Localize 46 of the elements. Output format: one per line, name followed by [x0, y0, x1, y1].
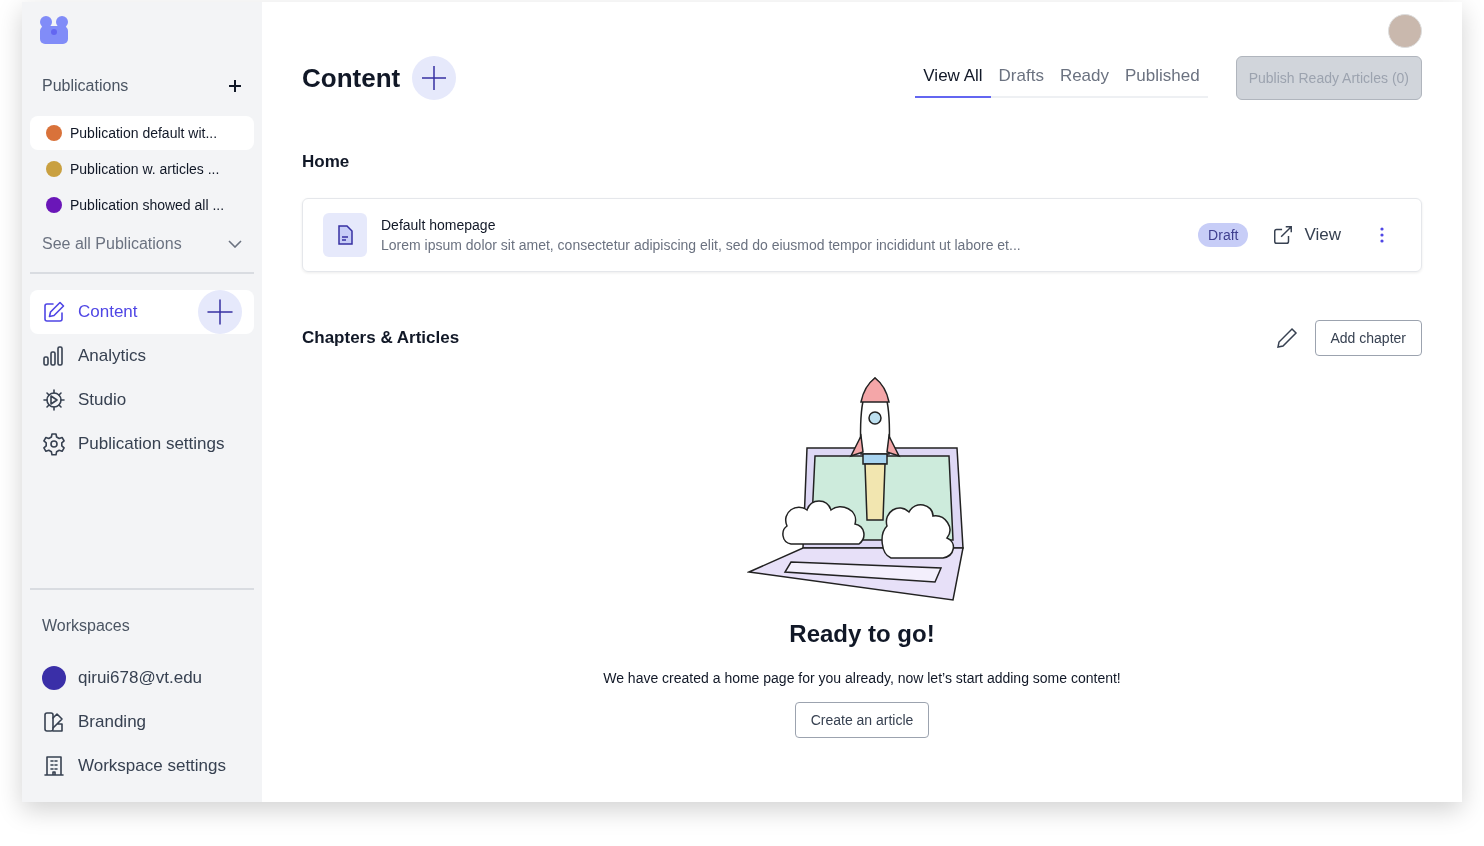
- tab[interactable]: Published: [1117, 58, 1208, 98]
- plus-icon: [206, 298, 234, 326]
- add-icon[interactable]: [228, 79, 242, 93]
- page-title: Content: [302, 62, 401, 94]
- nav-item[interactable]: Workspace settings: [30, 744, 254, 788]
- add-button[interactable]: [198, 290, 242, 334]
- more-icon[interactable]: [1379, 226, 1385, 244]
- page-title: Default homepage: [381, 217, 497, 233]
- nav-item[interactable]: Studio: [30, 378, 254, 422]
- tab[interactable]: Drafts: [990, 58, 1052, 98]
- chevron-down-icon[interactable]: [228, 240, 242, 248]
- see-all-link[interactable]: See all Publications: [42, 235, 182, 253]
- tab[interactable]: Ready: [1051, 58, 1118, 98]
- view-button[interactable]: View: [1272, 224, 1341, 246]
- sun-icon: [42, 388, 66, 412]
- workspace-item[interactable]: qirui678@vt.edu: [30, 656, 254, 700]
- building-icon: [42, 754, 66, 778]
- tab[interactable]: View All: [915, 58, 991, 98]
- publication-item[interactable]: Publication showed all ...: [30, 188, 254, 222]
- add-chapter-button[interactable]: Add chapter: [1314, 320, 1422, 356]
- section-heading: Workspaces: [42, 617, 130, 635]
- status-badge: Draft: [1198, 223, 1249, 247]
- nav-item[interactable]: Branding: [30, 700, 254, 744]
- pencil-icon[interactable]: [1274, 326, 1299, 350]
- nav-item[interactable]: Analytics: [30, 334, 254, 378]
- settings-icon: [42, 432, 66, 456]
- nav-item[interactable]: Content: [30, 290, 254, 334]
- page-description: Lorem ipsum dolor sit amet, consectetur adipiscing elit, sed do eiusmod tempor incididunt ut labore et...: [381, 237, 1022, 253]
- empty-state-title: Ready to go!: [789, 620, 935, 648]
- nav-item[interactable]: Publication settings: [30, 422, 254, 466]
- add-button[interactable]: [412, 56, 457, 100]
- palette-icon: [42, 710, 66, 734]
- document-icon: [323, 213, 367, 257]
- plus-icon: [420, 64, 449, 92]
- empty-state-text: We have created a home page for you already, now let’s start adding some content!: [603, 670, 1121, 686]
- create-article-button[interactable]: Create an article: [794, 702, 930, 738]
- publication-item[interactable]: Publication default wit...: [30, 116, 254, 150]
- page-card[interactable]: Default homepage Lorem ipsum dolor sit amet, consectetur adipiscing elit, sed do eiusmod tempor incididunt ut labore et... Draft View: [302, 198, 1422, 272]
- external-link-icon: [1272, 224, 1295, 246]
- section-heading: Chapters & Articles: [302, 328, 461, 348]
- edit-icon: [42, 300, 66, 324]
- bar-chart-icon: [42, 344, 66, 368]
- publication-item[interactable]: Publication w. articles ...: [30, 152, 254, 186]
- section-heading: Publications: [42, 77, 129, 95]
- logo-icon[interactable]: [38, 14, 70, 46]
- section-heading: Home: [302, 152, 351, 172]
